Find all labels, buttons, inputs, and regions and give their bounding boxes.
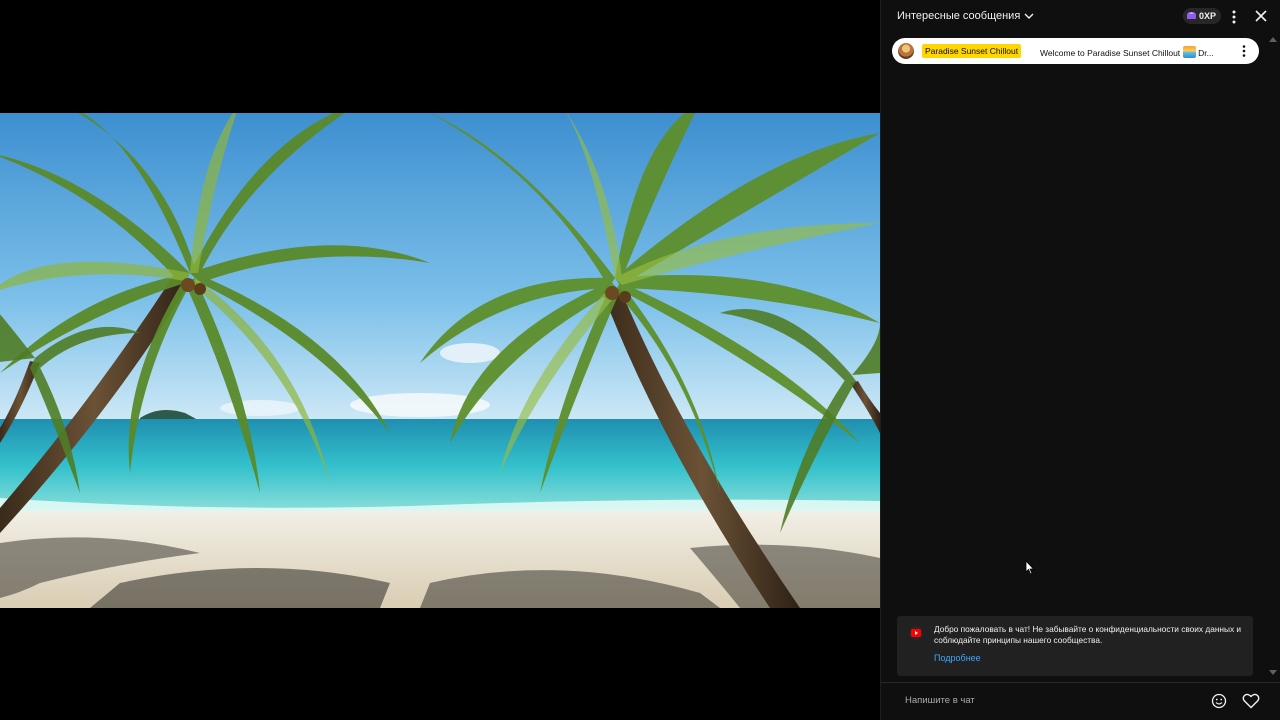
xp-gem-icon	[1187, 12, 1196, 19]
close-icon[interactable]	[1254, 9, 1268, 23]
chat-input[interactable]: Напишите в чат	[905, 695, 975, 706]
video-frame-palm-beach[interactable]	[0, 113, 880, 608]
avatar	[898, 43, 914, 59]
palm-beach-scene	[0, 113, 880, 608]
sunset-emoji-icon	[1183, 46, 1197, 58]
chat-title-label: Интересные сообщения	[897, 10, 1021, 22]
welcome-notice: Добро пожаловать в чат! Не забывайте о к…	[897, 616, 1253, 676]
pinned-author: Paradise Sunset Chillout	[922, 44, 1022, 58]
chat-input-row: Напишите в чат	[881, 682, 1280, 720]
pinned-message-banner[interactable]: Paradise Sunset Chillout Welcome to Para…	[892, 38, 1259, 64]
youtube-play-shape	[911, 629, 921, 637]
pinned-message-start: Welcome to Paradise Sunset Chillout	[1040, 48, 1181, 58]
chevron-down-icon	[1024, 13, 1034, 19]
heart-icon[interactable]	[1242, 693, 1260, 709]
chat-header: Интересные сообщения 0XP	[881, 0, 1280, 33]
emoji-icon[interactable]	[1211, 693, 1227, 709]
notice-text: Добро пожаловать в чат! Не забывайте о к…	[934, 624, 1242, 645]
live-chat-panel: Интересные сообщения 0XP Paradise Sunset…	[880, 0, 1280, 720]
pinned-message-text: Welcome to Paradise Sunset Chillout Dr...	[1040, 46, 1214, 58]
xp-value: 0XP	[1199, 11, 1217, 21]
xp-badge[interactable]: 0XP	[1183, 8, 1222, 24]
scroll-up-arrow-icon[interactable]	[1269, 36, 1277, 42]
learn-more-link[interactable]: Подробнее	[934, 653, 981, 663]
mouse-cursor-icon	[1025, 560, 1035, 575]
more-vert-icon[interactable]	[1229, 9, 1239, 25]
scroll-down-arrow-icon[interactable]	[1269, 670, 1277, 676]
more-vert-icon[interactable]	[1240, 44, 1248, 58]
youtube-icon	[909, 626, 923, 640]
pinned-message-end: Dr...	[1198, 48, 1214, 58]
video-player[interactable]	[0, 0, 880, 720]
chat-mode-dropdown[interactable]: Интересные сообщения	[897, 10, 1034, 22]
